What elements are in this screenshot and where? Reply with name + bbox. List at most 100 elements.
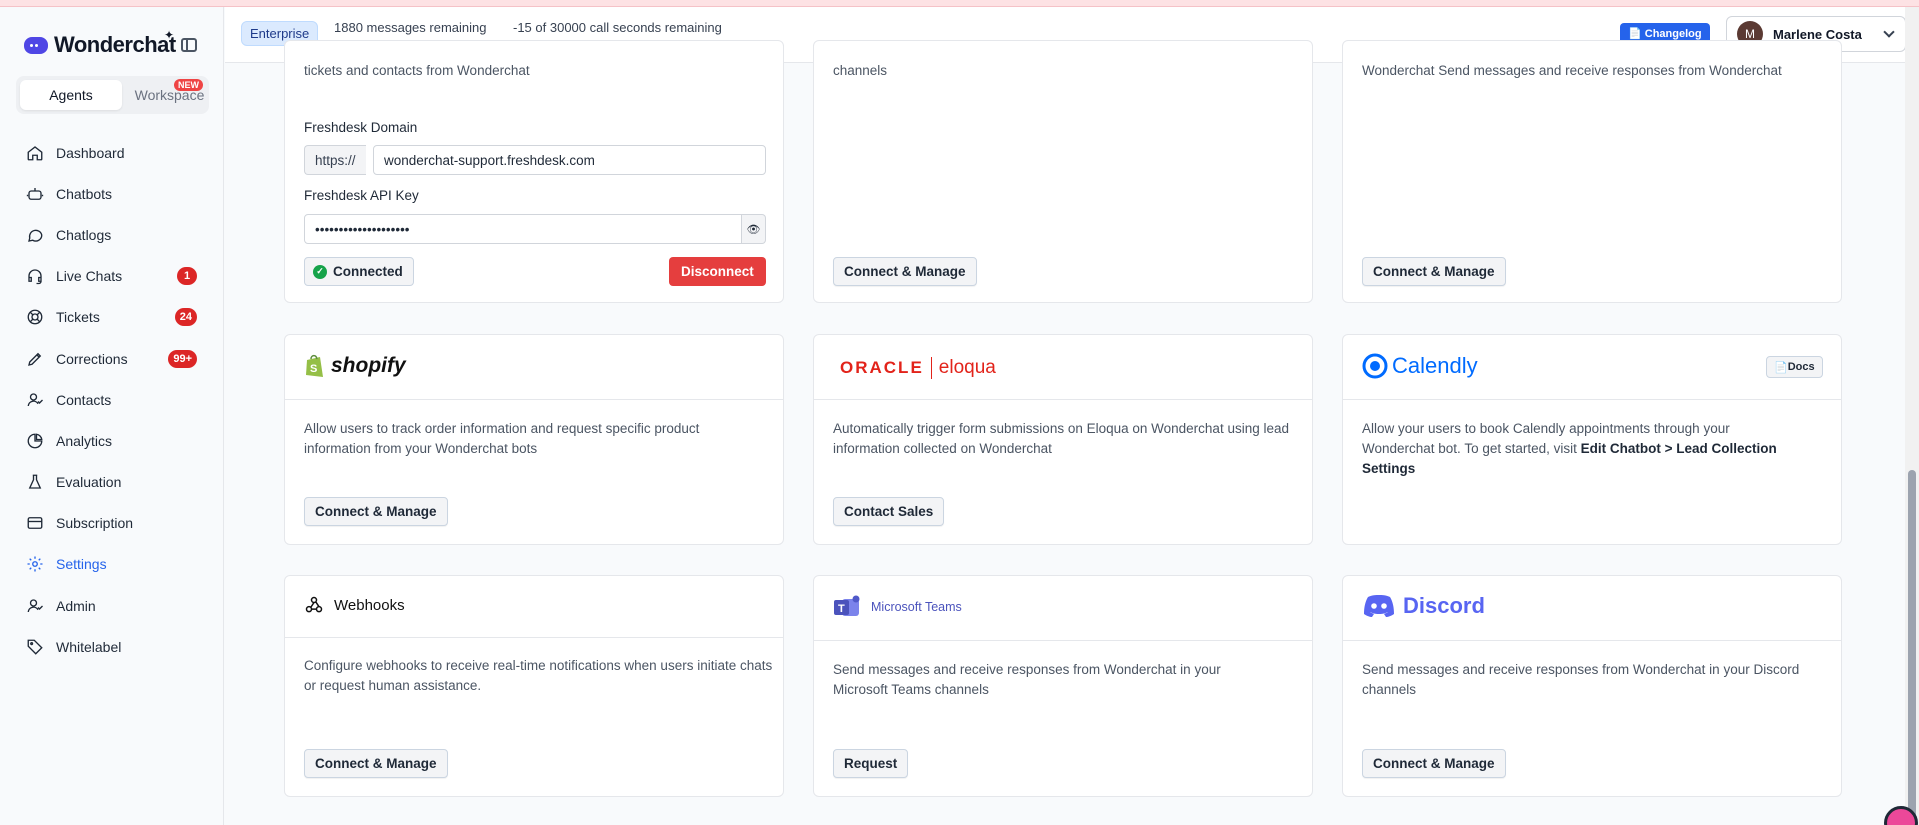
integration-card-top-middle: channels Connect & Manage [813, 40, 1313, 303]
sidebar-item-subscription[interactable]: Subscription [16, 503, 209, 544]
discord-wordmark: Discord [1403, 593, 1485, 618]
changelog-label: Changelog [1644, 28, 1702, 40]
connect-manage-button[interactable]: Connect & Manage [1362, 749, 1506, 778]
sidebar-item-live-chats[interactable]: Live Chats 1 [16, 256, 209, 297]
teams-icon: T [834, 595, 860, 616]
tab-agents[interactable]: Agents [20, 80, 122, 110]
integration-description: channels [833, 63, 888, 78]
discord-card: Discord Send messages and receive respon… [1342, 575, 1842, 797]
sidebar-item-label: Contacts [56, 391, 112, 408]
discord-icon [1364, 595, 1394, 617]
shopify-logo: S shopify [304, 353, 406, 379]
disconnect-button[interactable]: Disconnect [669, 257, 766, 286]
integration-card-top-right: Wonderchat Send messages and receive res… [1342, 40, 1842, 303]
flask-icon [28, 474, 42, 489]
domain-prefix: https:// [304, 145, 366, 175]
user-icon [27, 598, 43, 612]
user-icon [27, 393, 43, 406]
sidebar-item-contacts[interactable]: Contacts [16, 379, 209, 420]
sidebar-item-whitelabel[interactable]: Whitelabel [16, 626, 209, 667]
sidebar-item-label: Whitelabel [56, 638, 122, 655]
docs-button[interactable]: 📄 Docs [1766, 356, 1823, 378]
microsoft-teams-card: T Microsoft Teams Send messages and rece… [813, 575, 1313, 797]
page-scrollbar[interactable] [1905, 7, 1919, 825]
brand-logo[interactable]: Wonderchat ✦ [24, 28, 176, 58]
sidebar-item-label: Live Chats [56, 268, 123, 285]
call-seconds-remaining-text: -15 of 30000 call seconds remaining [513, 20, 722, 35]
sidebar-item-settings[interactable]: Settings [16, 544, 209, 585]
connect-manage-button[interactable]: Connect & Manage [1362, 257, 1506, 286]
sidebar-item-tickets[interactable]: Tickets 24 [16, 297, 209, 338]
bot-icon [26, 187, 44, 200]
sidebar-nav: Dashboard Chatbots Chatlogs Live Chats 1… [16, 132, 209, 667]
top-accent-line [0, 0, 1919, 7]
integration-description: Wonderchat Send messages and receive res… [1362, 63, 1782, 78]
status-label: Connected [333, 264, 403, 279]
sidebar-item-label: Dashboard [56, 144, 125, 161]
lifebuoy-icon [27, 309, 43, 325]
request-button[interactable]: Request [833, 749, 909, 778]
calendly-wordmark: Calendly [1392, 353, 1478, 378]
sidebar-item-corrections[interactable]: Corrections 99+ [16, 338, 209, 379]
tickets-count-badge: 24 [174, 308, 197, 327]
logo-separator [930, 357, 932, 379]
card-divider [1343, 640, 1841, 641]
shopify-wordmark: shopify [331, 354, 406, 377]
eye-icon[interactable]: 👁 [742, 214, 766, 244]
svg-text:T: T [838, 603, 845, 615]
sidebar-item-label: Admin [56, 597, 96, 614]
freshdesk-api-key-input[interactable]: •••••••••••••••••••• [304, 214, 742, 244]
card-divider [1343, 399, 1841, 400]
sidebar-item-chatlogs[interactable]: Chatlogs [16, 214, 209, 255]
sidebar-toggle-icon[interactable] [181, 38, 197, 52]
sidebar-item-evaluation[interactable]: Evaluation [16, 462, 209, 503]
teams-wordmark: Microsoft Teams [871, 600, 962, 614]
sidebar-item-label: Subscription [56, 515, 134, 532]
messages-remaining-text: 1880 messages remaining [334, 20, 487, 35]
oracle-wordmark: ORACLE [840, 358, 924, 377]
freshdesk-description: tickets and contacts from Wonderchat [304, 63, 530, 78]
brand-name: Wonderchat [54, 32, 176, 57]
eloqua-wordmark: eloqua [938, 357, 996, 378]
calendly-c-icon [1362, 353, 1388, 379]
tag-icon [27, 639, 43, 655]
sidebar-item-label: Chatbots [56, 185, 113, 202]
webhook-icon [305, 596, 323, 613]
calendly-description: Allow your users to book Calendly appoin… [1362, 419, 1802, 479]
freshdesk-api-key-label: Freshdesk API Key [304, 188, 419, 203]
contact-sales-button[interactable]: Contact Sales [833, 497, 945, 526]
shopify-card: S shopify Allow users to track order inf… [284, 334, 784, 545]
oracle-eloqua-logo: ORACLE eloqua [840, 357, 996, 379]
calendly-card: Calendly 📄 Docs Allow your users to book… [1342, 334, 1842, 545]
pie-icon [27, 433, 43, 449]
new-badge: NEW [174, 79, 203, 91]
connect-manage-button[interactable]: Connect & Manage [304, 497, 448, 526]
sidebar-item-dashboard[interactable]: Dashboard [16, 132, 209, 173]
teams-description: Send messages and receive responses from… [833, 662, 1221, 697]
chat-logo-icon [24, 36, 48, 54]
docs-label: Docs [1787, 361, 1815, 373]
card-divider [814, 399, 1312, 400]
card-divider [285, 637, 783, 638]
eloqua-description: Automatically trigger form submissions o… [833, 421, 1289, 456]
check-circle-icon: ✓ [313, 264, 327, 279]
scrollbar-thumb[interactable] [1908, 470, 1916, 825]
webhooks-description: Configure webhooks to receive real-time … [304, 658, 773, 693]
connected-status: ✓ Connected [304, 257, 414, 286]
sidebar-item-label: Settings [56, 556, 107, 573]
connect-manage-button[interactable]: Connect & Manage [304, 749, 448, 778]
sidebar-item-chatbots[interactable]: Chatbots [16, 173, 209, 214]
sidebar-item-label: Analytics [56, 432, 113, 449]
eloqua-card: ORACLE eloqua Automatically trigger form… [813, 334, 1313, 545]
sidebar-item-analytics[interactable]: Analytics [16, 420, 209, 461]
live-chats-count-badge: 1 [177, 267, 197, 286]
shopify-bag-icon: S [306, 354, 323, 377]
connect-manage-button[interactable]: Connect & Manage [833, 257, 977, 286]
freshdesk-domain-input[interactable]: wonderchat-support.freshdesk.com [373, 145, 766, 175]
gear-icon [27, 556, 43, 572]
sidebar-item-label: Tickets [56, 309, 100, 326]
chat-icon [28, 229, 43, 242]
sidebar-item-label: Chatlogs [56, 226, 112, 243]
pencil-icon [28, 352, 42, 366]
sidebar-item-admin[interactable]: Admin [16, 585, 209, 626]
